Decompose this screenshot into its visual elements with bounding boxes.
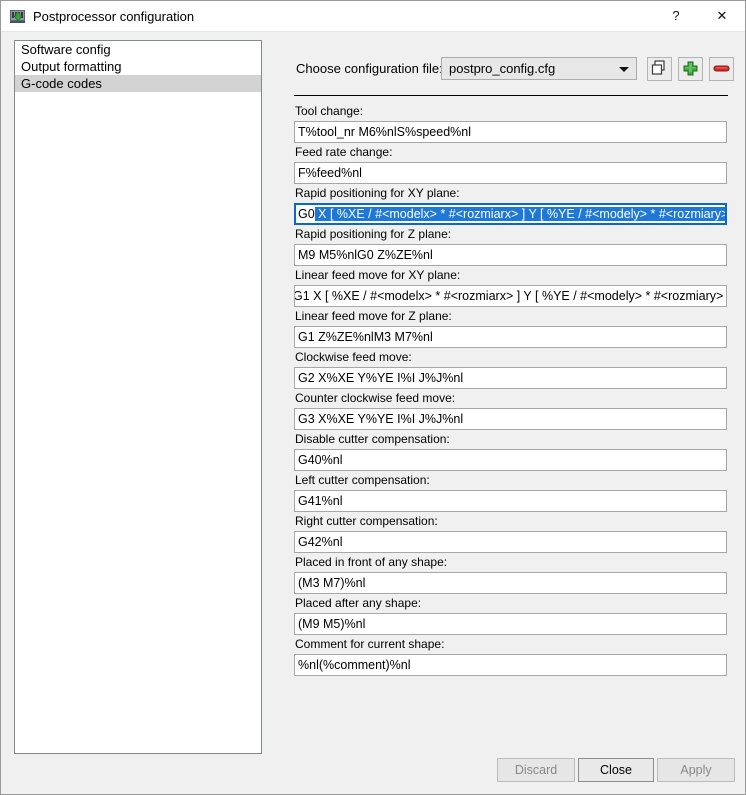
sidebar-item-software-config[interactable]: Software config xyxy=(15,41,261,58)
postprocessor-configuration-window: Postprocessor configuration ? ✕ Software… xyxy=(0,0,746,795)
gcode-fields-list: Tool change: T%tool_nr M6%nlS%speed%nl Fee… xyxy=(287,102,735,676)
field-input[interactable]: G42%nl xyxy=(294,531,727,553)
field-block: Placed after any shape: (M9 M5)%nl xyxy=(287,594,735,635)
field-input[interactable]: G40%nl xyxy=(294,449,727,471)
field-block: Rapid positioning for Z plane: M9 M5%nlG0… xyxy=(287,225,735,266)
field-label: Clockwise feed move: xyxy=(295,350,412,364)
field-value: M9 M5%nlG0 Z%ZE%nl xyxy=(298,248,433,262)
field-value: G1 Z%ZE%nlM3 M7%nl xyxy=(298,330,433,344)
field-input[interactable]: F%feed%nl xyxy=(294,162,727,184)
duplicate-config-button[interactable] xyxy=(647,57,672,81)
field-input[interactable]: G2 X%XE Y%YE I%I J%J%nl xyxy=(294,367,727,389)
title-bar: Postprocessor configuration ? ✕ xyxy=(1,1,745,32)
field-value-selected-text: X [ %XE / #<modelx> * #<rozmiarx> ] Y [ … xyxy=(314,207,725,221)
field-value: F%feed%nl xyxy=(298,166,362,180)
field-block: Left cutter compensation: G41%nl xyxy=(287,471,735,512)
field-block: Linear feed move for XY plane: G1 X [ %XE… xyxy=(287,266,735,307)
config-file-row: Choose configuration file: postpro_confi… xyxy=(287,57,735,83)
add-config-button[interactable] xyxy=(678,57,703,81)
field-block: Linear feed move for Z plane: G1 Z%ZE%nlM… xyxy=(287,307,735,348)
field-value: G40%nl xyxy=(298,453,343,467)
field-label: Placed after any shape: xyxy=(295,596,422,610)
field-label: Rapid positioning for XY plane: xyxy=(295,186,460,200)
field-block: Comment for current shape: %nl(%comment)%… xyxy=(287,635,735,676)
field-input[interactable]: G3 X%XE Y%YE I%I J%J%nl xyxy=(294,408,727,430)
field-input[interactable]: T%tool_nr M6%nlS%speed%nl xyxy=(294,121,727,143)
field-value: G3 X%XE Y%YE I%I J%J%nl xyxy=(298,412,464,426)
discard-button[interactable]: Discard xyxy=(497,758,575,782)
field-label: Tool change: xyxy=(295,104,364,118)
field-label: Rapid positioning for Z plane: xyxy=(295,227,452,241)
field-block: Rapid positioning for XY plane: G0 X [ %X… xyxy=(287,184,735,225)
sidebar-item-output-formatting[interactable]: Output formatting xyxy=(15,58,261,75)
field-value: (M3 M7)%nl xyxy=(298,576,366,590)
field-label: Disable cutter compensation: xyxy=(295,432,450,446)
dialog-button-bar: Discard Close Apply xyxy=(1,746,745,794)
field-label: Left cutter compensation: xyxy=(295,473,430,487)
config-file-label: Choose configuration file: xyxy=(296,61,443,76)
field-value: G41%nl xyxy=(298,494,343,508)
field-input[interactable]: %nl(%comment)%nl xyxy=(294,654,727,676)
field-label: Counter clockwise feed move: xyxy=(295,391,456,405)
field-label: Linear feed move for Z plane: xyxy=(295,309,452,323)
field-value: G0 X [ %XE / #<modelx> * #<rozmiarx> ] Y… xyxy=(298,205,725,223)
config-file-selected-value: postpro_config.cfg xyxy=(449,61,556,76)
field-label: Feed rate change: xyxy=(295,145,393,159)
field-input[interactable]: G1 Z%ZE%nlM3 M7%nl xyxy=(294,326,727,348)
field-value: G42%nl xyxy=(298,535,343,549)
remove-config-button[interactable] xyxy=(709,57,734,81)
field-input[interactable]: G41%nl xyxy=(294,490,727,512)
field-input[interactable]: G1 X [ %XE / #<modelx> * #<rozmiarx> ] Y… xyxy=(294,285,727,307)
field-block: Clockwise feed move: G2 X%XE Y%YE I%I J%J… xyxy=(287,348,735,389)
settings-panel: Choose configuration file: postpro_confi… xyxy=(287,40,735,740)
sidebar-item-g-code-codes[interactable]: G-code codes xyxy=(15,75,261,92)
apply-button[interactable]: Apply xyxy=(657,758,735,782)
field-block: Right cutter compensation: G42%nl xyxy=(287,512,735,553)
field-value-unselected-prefix: G0 xyxy=(298,207,315,221)
field-value: G2 X%XE Y%YE I%I J%J%nl xyxy=(298,371,464,385)
postprocessor-icon xyxy=(9,8,26,25)
close-window-button[interactable]: ✕ xyxy=(699,1,745,31)
field-block: Tool change: T%tool_nr M6%nlS%speed%nl xyxy=(287,102,735,143)
field-label: Comment for current shape: xyxy=(295,637,445,651)
field-value: %nl(%comment)%nl xyxy=(298,658,411,672)
chevron-down-icon xyxy=(619,67,629,72)
config-file-select[interactable]: postpro_config.cfg xyxy=(441,57,637,80)
field-value: (M9 M5)%nl xyxy=(298,617,366,631)
field-label: Linear feed move for XY plane: xyxy=(295,268,461,282)
field-label: Right cutter compensation: xyxy=(295,514,438,528)
field-block: Placed in front of any shape: (M3 M7)%nl xyxy=(287,553,735,594)
field-label: Placed in front of any shape: xyxy=(295,555,448,569)
section-divider xyxy=(294,95,728,96)
field-block: Feed rate change: F%feed%nl xyxy=(287,143,735,184)
field-block: Disable cutter compensation: G40%nl xyxy=(287,430,735,471)
field-value: G1 X [ %XE / #<modelx> * #<rozmiarx> ] Y… xyxy=(294,289,727,303)
help-button[interactable]: ? xyxy=(653,1,699,31)
field-input[interactable]: (M9 M5)%nl xyxy=(294,613,727,635)
close-button[interactable]: Close xyxy=(578,758,654,782)
field-input[interactable]: G0 X [ %XE / #<modelx> * #<rozmiarx> ] Y… xyxy=(294,203,727,225)
field-input[interactable]: M9 M5%nlG0 Z%ZE%nl xyxy=(294,244,727,266)
field-input[interactable]: (M3 M7)%nl xyxy=(294,572,727,594)
field-value: T%tool_nr M6%nlS%speed%nl xyxy=(298,125,472,139)
window-title: Postprocessor configuration xyxy=(33,9,195,24)
field-block: Counter clockwise feed move: G3 X%XE Y%YE… xyxy=(287,389,735,430)
category-list[interactable]: Software config Output formatting G-code c… xyxy=(14,40,262,754)
